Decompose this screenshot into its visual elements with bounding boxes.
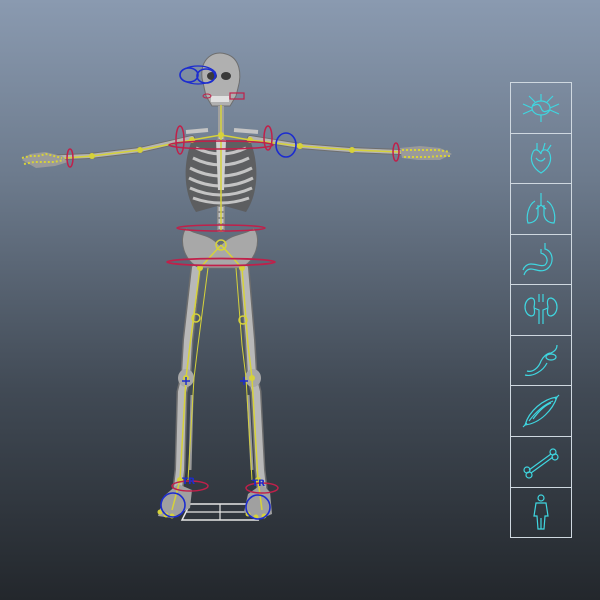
hand-left[interactable] bbox=[400, 146, 452, 160]
muscle-icon bbox=[522, 394, 560, 428]
shelf-button-stomach[interactable] bbox=[511, 235, 571, 286]
arm-right[interactable] bbox=[37, 128, 209, 161]
foot-label-left: TR bbox=[252, 479, 265, 489]
shelf-button-body[interactable] bbox=[511, 488, 571, 538]
anatomy-shelf bbox=[510, 82, 572, 538]
stomach-icon bbox=[522, 243, 553, 276]
brain-icon bbox=[522, 93, 560, 122]
heart-icon bbox=[530, 143, 552, 175]
shelf-button-bone[interactable] bbox=[511, 437, 571, 488]
shelf-button-liver[interactable] bbox=[511, 336, 571, 387]
bone-icon bbox=[523, 448, 559, 479]
pelvis[interactable] bbox=[182, 227, 258, 269]
shelf-button-muscle[interactable] bbox=[511, 386, 571, 437]
kidneys-icon bbox=[524, 294, 558, 325]
shelf-button-lungs[interactable] bbox=[511, 184, 571, 235]
shelf-button-heart[interactable] bbox=[511, 134, 571, 185]
lungs-icon bbox=[526, 192, 556, 224]
foot-label-right: TR bbox=[182, 477, 195, 487]
liver-icon bbox=[524, 344, 558, 376]
shelf-button-kidneys[interactable] bbox=[511, 285, 571, 336]
body-icon bbox=[533, 494, 549, 530]
shelf-button-nervous[interactable] bbox=[511, 83, 571, 134]
